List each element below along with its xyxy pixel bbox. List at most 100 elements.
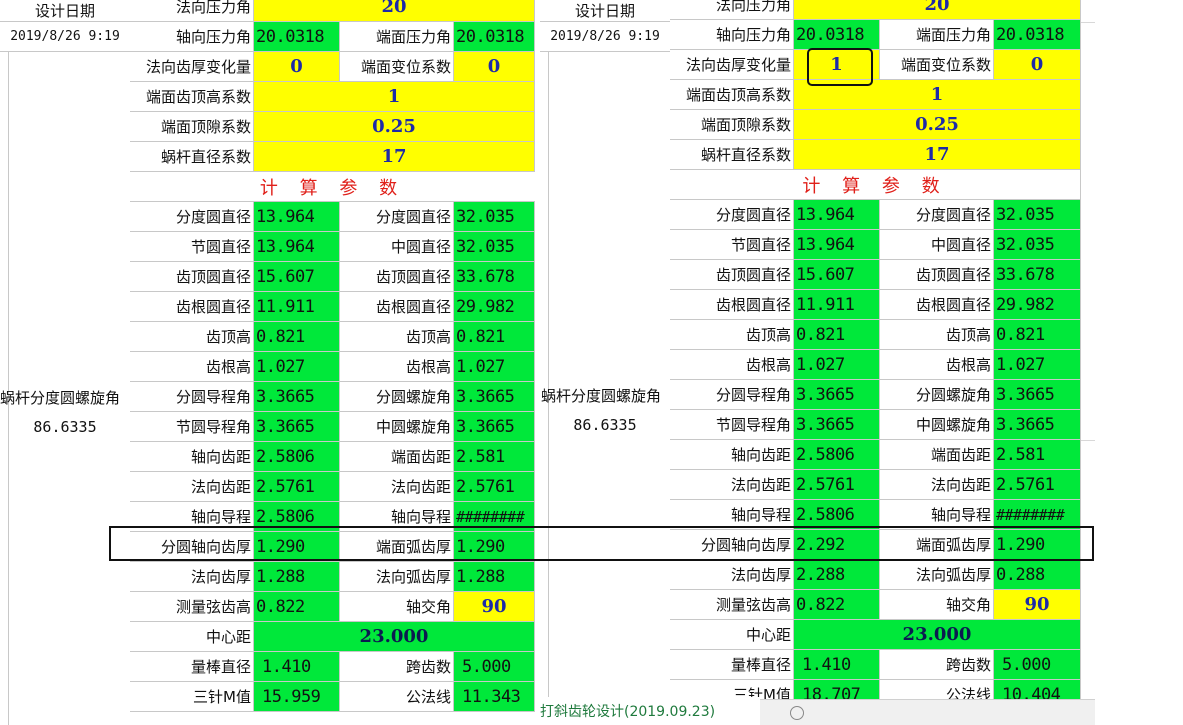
axial-lead-label: 轴向导程	[340, 502, 454, 532]
face-clearance-coeff-cell[interactable]: 0.25	[794, 110, 1081, 140]
common-normal-cell[interactable]: 11.343	[454, 682, 535, 712]
axial-lead-label: 轴向导程	[130, 502, 254, 532]
pin-diameter-cell[interactable]: 1.410	[794, 650, 880, 680]
tip-diameter-cell[interactable]: 33.678	[454, 262, 535, 292]
face-clearance-coeff-cell[interactable]: 0.25	[254, 112, 535, 142]
face-pressure-angle-cell[interactable]: 20.0318	[454, 22, 535, 52]
pitch-helix-angle-label: 分圆螺旋角	[340, 382, 454, 412]
axial-pitch-label: 轴向齿距	[670, 440, 794, 470]
axial-pressure-angle-cell[interactable]: 20.0318	[254, 22, 340, 52]
normal-thickness-change-cell[interactable]: 1	[794, 50, 880, 80]
addendum-cell[interactable]: 0.821	[254, 322, 340, 352]
axial-lead-overflow-cell[interactable]: ########	[994, 500, 1081, 530]
worm-diameter-coeff-cell[interactable]: 17	[794, 140, 1081, 170]
pitch-lead-angle-cell[interactable]: 3.3665	[254, 382, 340, 412]
tip-diameter-cell[interactable]: 15.607	[794, 260, 880, 290]
normal-thickness-cell[interactable]: 1.288	[254, 562, 340, 592]
pitch-lead-angle-label: 分圆导程角	[670, 380, 794, 410]
shaft-angle-cell[interactable]: 90	[454, 592, 535, 622]
pitch-axial-thickness-cell[interactable]: 1.290	[254, 532, 340, 562]
axial-lead-cell[interactable]: 2.5806	[794, 500, 880, 530]
chordal-height-cell[interactable]: 0.822	[794, 590, 880, 620]
face-addendum-coeff-cell[interactable]: 1	[794, 80, 1081, 110]
face-arc-thickness-cell[interactable]: 1.290	[994, 530, 1081, 560]
normal-pressure-angle-cell[interactable]: 20	[794, 0, 1081, 20]
span-teeth-cell[interactable]: 5.000	[454, 652, 535, 682]
shaft-angle-cell[interactable]: 90	[994, 590, 1081, 620]
axial-pitch-cell[interactable]: 2.5806	[794, 440, 880, 470]
pin-diameter-cell[interactable]: 1.410	[254, 652, 340, 682]
center-distance-cell[interactable]: 23.000	[794, 620, 1081, 650]
horizontal-scrollbar[interactable]	[760, 699, 1095, 725]
root-diameter-cell[interactable]: 11.911	[794, 290, 880, 320]
pitch-circle-lead-angle-cell[interactable]: 3.3665	[254, 412, 340, 442]
tip-diameter-cell[interactable]: 33.678	[994, 260, 1081, 290]
addendum-cell[interactable]: 0.821	[994, 320, 1081, 350]
face-shift-coeff-cell[interactable]: 0	[994, 50, 1081, 80]
worm-diameter-coeff-cell[interactable]: 17	[254, 142, 535, 172]
addendum-cell[interactable]: 0.821	[794, 320, 880, 350]
span-teeth-cell[interactable]: 5.000	[994, 650, 1081, 680]
addendum-label: 齿顶高	[670, 320, 794, 350]
dedendum-cell[interactable]: 1.027	[794, 350, 880, 380]
dedendum-label: 齿根高	[880, 350, 994, 380]
root-diameter-cell[interactable]: 29.982	[994, 290, 1081, 320]
normal-pitch-cell[interactable]: 2.5761	[454, 472, 535, 502]
dedendum-cell[interactable]: 1.027	[254, 352, 340, 382]
normal-arc-thickness-cell[interactable]: 0.288	[994, 560, 1081, 590]
normal-thickness-cell[interactable]: 2.288	[794, 560, 880, 590]
dedendum-cell[interactable]: 1.027	[454, 352, 535, 382]
face-pitch-cell[interactable]: 2.581	[454, 442, 535, 472]
axial-lead-overflow-cell[interactable]: ########	[454, 502, 535, 532]
pitch-circle-lead-angle-cell[interactable]: 3.3665	[794, 410, 880, 440]
face-pressure-angle-cell[interactable]: 20.0318	[994, 20, 1081, 50]
normal-pitch-cell[interactable]: 2.5761	[794, 470, 880, 500]
face-addendum-coeff-cell[interactable]: 1	[254, 82, 535, 112]
addendum-cell[interactable]: 0.821	[454, 322, 535, 352]
face-arc-thickness-cell[interactable]: 1.290	[454, 532, 535, 562]
pitch-axial-thickness-cell[interactable]: 2.292	[794, 530, 880, 560]
circle-icon[interactable]	[790, 705, 804, 720]
pitch-helix-angle-cell[interactable]: 3.3665	[454, 382, 535, 412]
pitch-circle-diameter-cell[interactable]: 13.964	[794, 230, 880, 260]
axial-lead-cell[interactable]: 2.5806	[254, 502, 340, 532]
normal-pitch-cell[interactable]: 2.5761	[994, 470, 1081, 500]
normal-pressure-angle-cell[interactable]: 20	[254, 0, 535, 22]
pitch-helix-angle-cell[interactable]: 3.3665	[994, 380, 1081, 410]
middle-helix-angle-cell[interactable]: 3.3665	[994, 410, 1081, 440]
normal-pressure-angle-label: 法向压力角	[670, 0, 794, 20]
pitch-lead-angle-cell[interactable]: 3.3665	[794, 380, 880, 410]
tip-diameter-cell[interactable]: 15.607	[254, 262, 340, 292]
normal-arc-thickness-cell[interactable]: 1.288	[454, 562, 535, 592]
root-diameter-cell[interactable]: 11.911	[254, 292, 340, 322]
middle-diameter-cell[interactable]: 32.035	[454, 232, 535, 262]
pitch-diameter-cell[interactable]: 13.964	[254, 202, 340, 232]
three-wire-cell[interactable]: 15.959	[254, 682, 340, 712]
dedendum-cell[interactable]: 1.027	[994, 350, 1081, 380]
normal-thickness-change-cell[interactable]: 0	[254, 52, 340, 82]
axial-pressure-angle-cell[interactable]: 20.0318	[794, 20, 880, 50]
center-distance-cell[interactable]: 23.000	[254, 622, 535, 652]
center-distance-label: 中心距	[670, 620, 794, 650]
middle-helix-angle-cell[interactable]: 3.3665	[454, 412, 535, 442]
sheet-tab[interactable]: 打斜齿轮设计(2019.09.23)	[540, 697, 760, 725]
middle-diameter-cell[interactable]: 32.035	[994, 230, 1081, 260]
normal-pitch-cell[interactable]: 2.5761	[254, 472, 340, 502]
addendum-label: 齿顶高	[880, 320, 994, 350]
pitch-diameter-cell[interactable]: 32.035	[994, 200, 1081, 230]
pitch-diameter-cell[interactable]: 13.964	[794, 200, 880, 230]
pitch-diameter-cell[interactable]: 32.035	[454, 202, 535, 232]
root-diameter-cell[interactable]: 29.982	[454, 292, 535, 322]
worm-diameter-coeff-label: 蜗杆直径系数	[130, 142, 254, 172]
axial-pitch-cell[interactable]: 2.5806	[254, 442, 340, 472]
face-pitch-label: 端面齿距	[340, 442, 454, 472]
chordal-height-cell[interactable]: 0.822	[254, 592, 340, 622]
root-diameter-label: 齿根圆直径	[670, 290, 794, 320]
face-pitch-cell[interactable]: 2.581	[994, 440, 1081, 470]
worm-helix-angle-label: 蜗杆分度圆螺旋角	[0, 388, 121, 407]
pitch-circle-diameter-cell[interactable]: 13.964	[254, 232, 340, 262]
tip-diameter-label: 齿顶圆直径	[880, 260, 994, 290]
pitch-diameter-label: 分度圆直径	[130, 202, 254, 232]
pitch-circle-diameter-label: 节圆直径	[670, 230, 794, 260]
face-shift-coeff-cell[interactable]: 0	[454, 52, 535, 82]
